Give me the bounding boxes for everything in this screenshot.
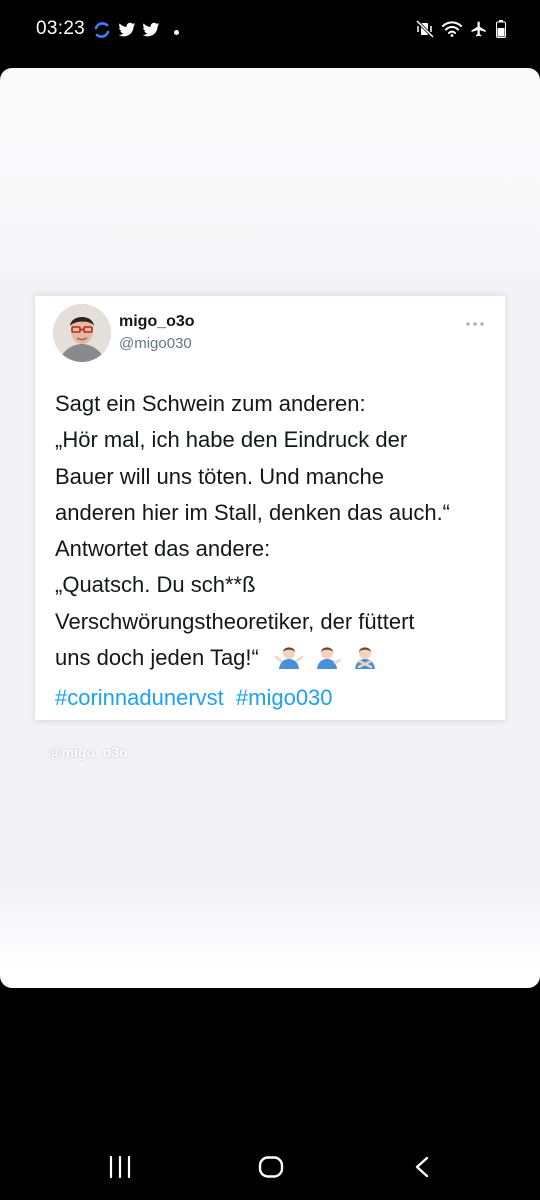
tweet-line: „Quatsch. Du sch**ß <box>55 572 256 598</box>
emoji-group <box>274 643 379 680</box>
tweet-line: Bauer will uns töten. Und manche <box>55 463 384 489</box>
wifi-icon <box>442 21 462 42</box>
battery-icon <box>496 20 506 43</box>
status-time: 03:23 <box>36 18 86 39</box>
hashtag-link[interactable]: #corinnadunervst <box>55 685 224 710</box>
tweet-body: Sagt ein Schwein zum anderen: „Hör mal, … <box>55 386 495 717</box>
watermark: @migo_o3o <box>48 744 128 760</box>
tweet-card: migo_o3o @migo030 Sagt ein Schwein zum a… <box>35 294 505 720</box>
vibrate-mute-icon <box>415 19 435 43</box>
hashtag-link[interactable]: #migo030 <box>236 685 333 710</box>
home-icon[interactable] <box>258 1156 284 1183</box>
tweet-line: Sagt ein Schwein zum anderen: <box>55 391 366 416</box>
tweet-line: Verschwörungstheoretiker, der füttert <box>55 608 415 634</box>
back-icon[interactable] <box>414 1156 430 1183</box>
status-system-icons <box>415 19 506 43</box>
twitter-bird-icon <box>142 22 160 43</box>
tweet-display-name[interactable]: migo_o3o <box>119 313 195 331</box>
tweet-line: Antwortet das andere: <box>55 536 271 562</box>
tweet-handle[interactable]: @migo030 <box>119 335 192 352</box>
tweet-line-with-emojis: uns doch jeden Tag!“ <box>55 640 495 680</box>
notification-dot <box>174 30 179 35</box>
man-tipping-hand-emoji <box>313 643 342 680</box>
status-notification-icons <box>92 20 179 45</box>
man-shrugging-emoji <box>274 643 304 680</box>
tweet-line: uns doch jeden Tag!“ <box>55 645 259 671</box>
navigation-bar <box>0 1130 540 1200</box>
story-image-card: migo_o3o @migo030 Sagt ein Schwein zum a… <box>0 68 540 988</box>
tweet-line: anderen hier im Stall, denken das auch.“ <box>55 499 451 525</box>
hashtag-row: #corinnadunervst #migo030 <box>55 680 495 716</box>
more-options-icon[interactable] <box>465 314 485 332</box>
recent-apps-icon[interactable] <box>108 1155 132 1183</box>
airplane-icon <box>470 20 488 43</box>
avatar[interactable] <box>53 304 111 362</box>
man-gesturing-no-emoji <box>351 643 379 680</box>
status-bar: 03:23 <box>0 0 540 62</box>
tweet-line: „Hör mal, ich habe den Eindruck der <box>55 427 408 453</box>
twitter-bird-icon <box>118 22 136 43</box>
sync-app-icon <box>92 20 112 45</box>
